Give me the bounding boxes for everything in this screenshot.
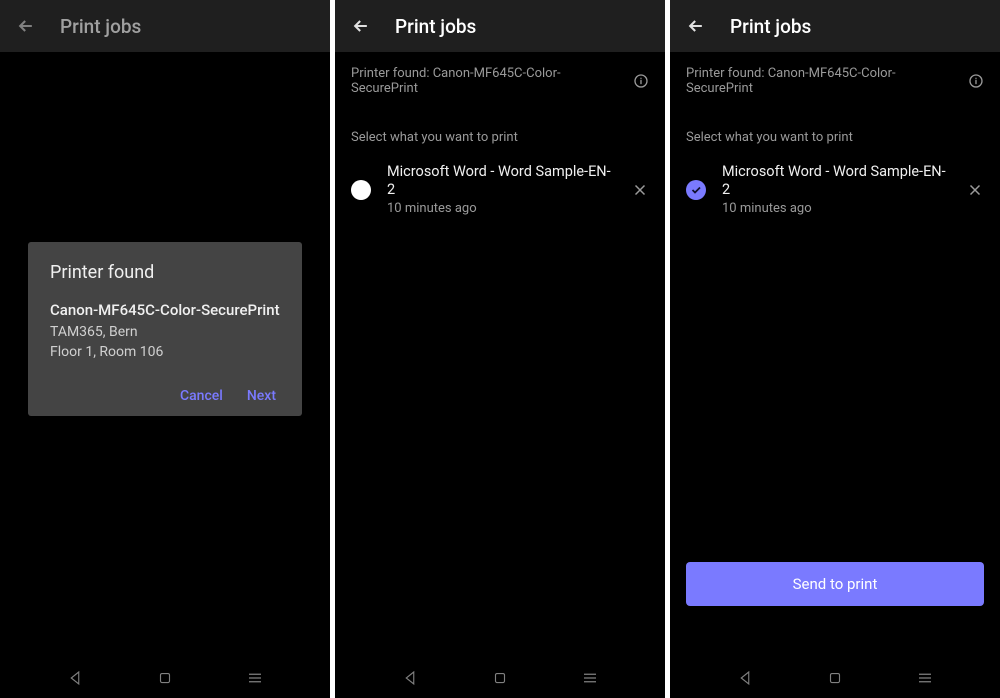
app-header: Print jobs [335,0,665,52]
content-area: Printer found: Canon-MF645C-Color-Secure… [335,52,665,698]
job-info: Microsoft Word - Word Sample-EN-2 10 min… [387,163,615,216]
header-title: Print jobs [730,15,811,38]
screen-job-selected: Print jobs Printer found: Canon-MF645C-C… [670,0,1000,698]
content-area: Printer found: Canon-MF645C-Color-Secure… [670,52,1000,698]
next-button[interactable]: Next [247,388,276,404]
delete-job-icon[interactable] [631,181,649,199]
back-arrow-icon[interactable] [351,16,371,36]
nav-recent-icon[interactable] [581,669,599,687]
printer-found-bar: Printer found: Canon-MF645C-Color-Secure… [335,52,665,108]
spacer [670,224,1000,562]
system-navbar [335,658,665,698]
nav-recent-icon[interactable] [916,669,934,687]
app-header: Print jobs [670,0,1000,52]
job-time: 10 minutes ago [722,201,950,216]
job-info: Microsoft Word - Word Sample-EN-2 10 min… [722,163,950,216]
job-time: 10 minutes ago [387,201,615,216]
delete-job-icon[interactable] [966,181,984,199]
screen-modal: Print jobs Printer found Canon-MF645C-Co… [0,0,330,698]
job-radio-selected[interactable] [686,180,706,200]
modal-overlay: Printer found Canon-MF645C-Color-SecureP… [0,0,330,698]
send-to-print-button[interactable]: Send to print [686,562,984,606]
modal-location-line2: Floor 1, Room 106 [50,343,280,363]
back-arrow-icon[interactable] [686,16,706,36]
printer-found-text: Printer found: Canon-MF645C-Color-Secure… [351,66,627,96]
select-prompt: Select what you want to print [670,108,1000,155]
nav-home-icon[interactable] [491,669,509,687]
cancel-button[interactable]: Cancel [180,388,223,404]
modal-printer-name: Canon-MF645C-Color-SecurePrint [50,301,280,319]
header-title: Print jobs [395,15,476,38]
print-job-item[interactable]: Microsoft Word - Word Sample-EN-2 10 min… [670,155,1000,224]
print-job-item[interactable]: Microsoft Word - Word Sample-EN-2 10 min… [335,155,665,224]
printer-found-bar: Printer found: Canon-MF645C-Color-Secure… [670,52,1000,108]
modal-location-line1: TAM365, Bern [50,323,280,343]
nav-home-icon[interactable] [156,669,174,687]
info-icon[interactable] [633,73,649,89]
nav-recent-icon[interactable] [246,669,264,687]
modal-actions: Cancel Next [50,388,280,404]
job-title: Microsoft Word - Word Sample-EN-2 [722,163,950,199]
nav-back-icon[interactable] [736,669,754,687]
printer-found-text: Printer found: Canon-MF645C-Color-Secure… [686,66,962,96]
printer-found-modal: Printer found Canon-MF645C-Color-SecureP… [28,242,302,416]
select-prompt: Select what you want to print [335,108,665,155]
job-radio-unselected[interactable] [351,180,371,200]
nav-back-icon[interactable] [401,669,419,687]
modal-title: Printer found [50,262,280,283]
system-navbar [0,658,330,698]
nav-back-icon[interactable] [66,669,84,687]
screen-job-list: Print jobs Printer found: Canon-MF645C-C… [335,0,665,698]
info-icon[interactable] [968,73,984,89]
system-navbar [670,658,1000,698]
nav-home-icon[interactable] [826,669,844,687]
job-title: Microsoft Word - Word Sample-EN-2 [387,163,615,199]
